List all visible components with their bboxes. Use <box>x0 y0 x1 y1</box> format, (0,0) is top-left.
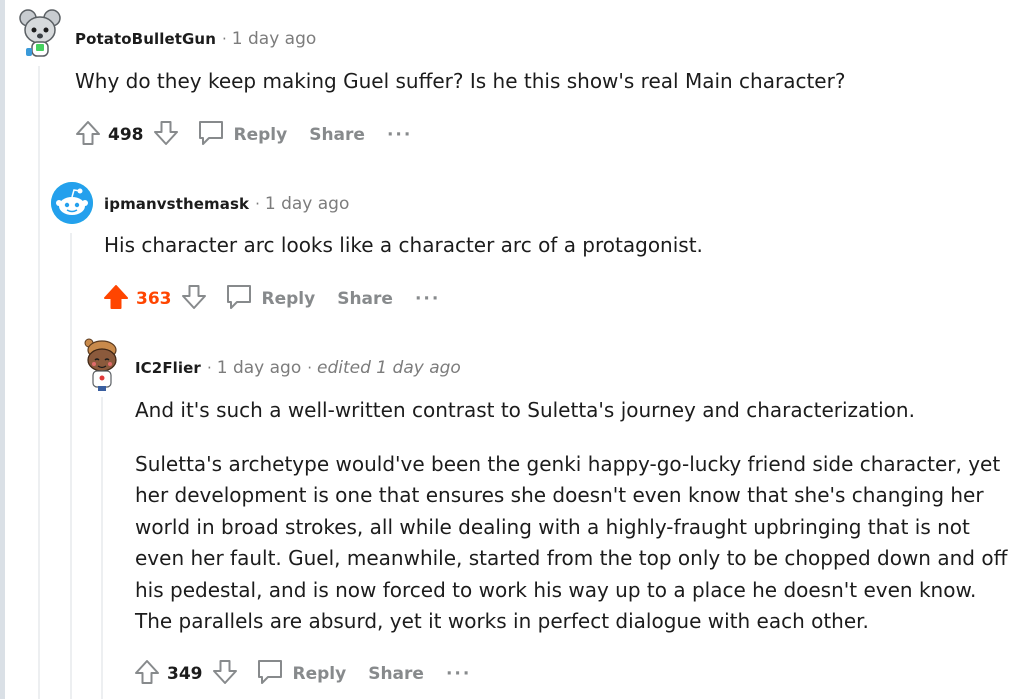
snoo-default-avatar-icon[interactable] <box>50 181 94 229</box>
header-separator: · <box>255 195 260 213</box>
comment-body: Why do they keep making Guel suffer? Is … <box>75 66 845 98</box>
comment-body: His character arc looks like a character… <box>104 230 703 262</box>
author-link[interactable]: IC2Flier <box>135 359 201 377</box>
share-button[interactable]: Share <box>337 289 393 309</box>
paragraph-line: world in broad strokes, all while dealin… <box>135 514 970 539</box>
comment-header: IC2Flier · 1 day ago · edited 1 day ago <box>135 358 461 378</box>
more-options-button[interactable]: ··· <box>415 289 440 309</box>
header-separator: · <box>307 359 313 377</box>
paragraph-line: even her fault. Guel, meanwhile, started… <box>135 546 1008 570</box>
page-left-border <box>0 0 5 699</box>
header-separator: · <box>206 359 212 377</box>
comment-actions: 349 Reply Share ··· <box>133 656 471 691</box>
downvote-arrow-icon[interactable] <box>211 658 239 690</box>
comment-header: ipmanvsthemask · 1 day ago <box>104 194 349 214</box>
comment-body: And it's such a well-written contrast to… <box>135 395 1007 638</box>
downvote-arrow-icon[interactable] <box>152 119 180 151</box>
thread-line-1[interactable] <box>38 66 40 699</box>
upvote-arrow-icon[interactable] <box>133 658 161 690</box>
author-link[interactable]: ipmanvsthemask <box>104 195 249 213</box>
comment-actions: 363 Reply Share ··· <box>102 281 440 316</box>
vote-score: 349 <box>167 663 203 684</box>
timestamp[interactable]: 1 day ago <box>232 29 317 49</box>
more-options-button[interactable]: ··· <box>446 664 471 684</box>
downvote-arrow-icon[interactable] <box>180 283 208 315</box>
reply-button[interactable]: Reply <box>255 656 347 691</box>
reply-button[interactable]: Reply <box>224 281 316 316</box>
comment-bubble-icon <box>196 117 226 152</box>
reply-label: Reply <box>292 663 347 684</box>
thread-line-2[interactable] <box>70 233 72 699</box>
timestamp[interactable]: 1 day ago <box>265 194 350 214</box>
share-button[interactable]: Share <box>309 125 365 145</box>
reply-label: Reply <box>233 124 288 145</box>
reply-label: Reply <box>261 288 316 309</box>
comment-paragraph: And it's such a well-written contrast to… <box>135 398 915 422</box>
timestamp[interactable]: 1 day ago <box>217 358 302 378</box>
upvote-arrow-icon[interactable] <box>102 283 130 315</box>
paragraph-line: her development is one that ensures she … <box>135 483 984 507</box>
upvote-arrow-icon[interactable] <box>74 119 102 151</box>
author-link[interactable]: PotatoBulletGun <box>75 30 216 48</box>
reply-button[interactable]: Reply <box>196 117 288 152</box>
comment-paragraph: His character arc looks like a character… <box>104 233 703 257</box>
share-button[interactable]: Share <box>368 664 424 684</box>
comment-paragraph: Why do they keep making Guel suffer? Is … <box>75 69 846 93</box>
comment-actions: 498 Reply Share ··· <box>74 117 412 152</box>
vote-score: 498 <box>108 124 144 145</box>
comment-bubble-icon <box>255 656 285 691</box>
comment-bubble-icon <box>224 281 254 316</box>
edited-timestamp: edited 1 day ago <box>317 358 461 378</box>
comment-paragraph-2: Suletta's archetype would've been the ge… <box>135 449 1007 638</box>
more-options-button[interactable]: ··· <box>387 125 412 145</box>
header-separator: · <box>221 30 227 48</box>
paragraph-line: The parallels are absurd, yet it works i… <box>135 609 869 633</box>
vote-score: 363 <box>136 288 172 309</box>
paragraph-line: his pedestal, and is now forced to work … <box>135 577 977 602</box>
snoo-koala-avatar-icon[interactable] <box>16 8 64 64</box>
thread-line-3[interactable] <box>101 397 103 699</box>
paragraph-line: Suletta's archetype would've been the ge… <box>135 451 1001 476</box>
snoo-beanie-avatar-icon[interactable] <box>82 336 122 396</box>
comment-header: PotatoBulletGun · 1 day ago <box>75 29 316 49</box>
